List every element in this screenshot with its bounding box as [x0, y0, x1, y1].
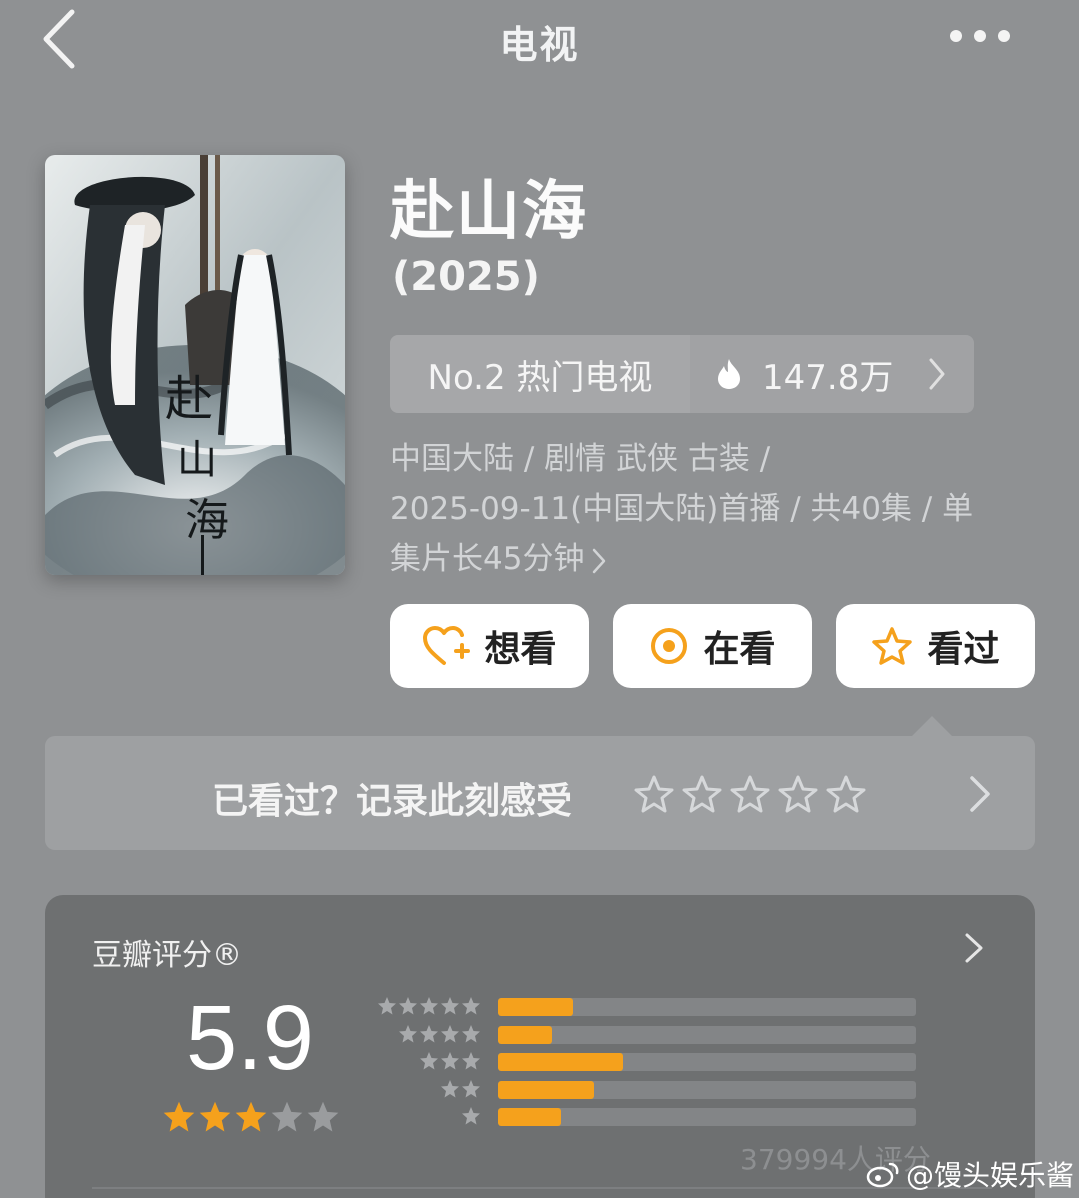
rating-score: 5.9 [186, 987, 314, 1089]
target-icon [651, 628, 688, 664]
svg-text:海: 海 [185, 495, 229, 546]
watched-button[interactable]: 看过 [836, 604, 1035, 688]
small-star-icon [420, 1024, 438, 1042]
star-filled-icon [235, 1101, 267, 1132]
chevron-right-icon [593, 548, 606, 573]
watching-label: 在看 [703, 629, 776, 670]
small-star-icon [441, 1052, 459, 1070]
svg-text:山: 山 [177, 437, 217, 483]
small-star-icon [441, 1079, 459, 1097]
distribution-track [498, 998, 916, 1016]
star-outline-icon[interactable] [682, 774, 722, 814]
rank-label: No.2 热门电视 [390, 335, 690, 413]
distribution-bar [498, 1053, 624, 1071]
small-star-icon [420, 1052, 438, 1070]
rating-stars [162, 1100, 340, 1134]
star-filled-icon [163, 1101, 195, 1132]
star-outline-icon[interactable] [778, 774, 818, 814]
watching-button[interactable]: 在看 [613, 604, 812, 688]
watched-label: 看过 [927, 629, 1000, 670]
more-options-icon[interactable] [950, 30, 1010, 42]
star-outline-icon[interactable] [634, 774, 674, 814]
small-star-icon [378, 997, 396, 1015]
rating-label: 豆瓣评分® [92, 938, 242, 973]
small-star-icon [399, 1024, 417, 1042]
distribution-track [498, 1025, 916, 1044]
small-star-icon [462, 1107, 480, 1125]
meta-line: 2025-09-11(中国大陆)首播 / 共40集 / 单 [390, 491, 974, 527]
small-star-icon [462, 997, 480, 1015]
distribution-bar [498, 1025, 553, 1044]
distribution-stars [461, 1106, 481, 1126]
star-outline-icon[interactable] [730, 774, 770, 814]
top-bar: 电视 [0, 0, 1079, 80]
svg-text:赴: 赴 [165, 371, 213, 427]
small-star-icon [399, 997, 417, 1015]
show-year: (2025) [392, 254, 540, 300]
chevron-right-icon[interactable] [968, 774, 992, 814]
chevron-right-icon[interactable] [964, 932, 984, 964]
small-star-icon [441, 1024, 459, 1042]
distribution-track [498, 1108, 916, 1126]
star-empty-icon [307, 1101, 339, 1132]
watermark: @馒头娱乐酱 [866, 1154, 1074, 1194]
distribution-bar [498, 1108, 561, 1126]
distribution-track [498, 1080, 916, 1099]
flame-icon [718, 359, 740, 389]
distribution-stars [398, 1024, 481, 1044]
small-star-icon [420, 997, 438, 1015]
small-star-icon [462, 1052, 480, 1070]
distribution-stars [419, 1051, 481, 1071]
meta-line: 中国大陆 / 剧情 武侠 古装 / [390, 441, 771, 477]
star-outline-icon [872, 627, 913, 665]
small-star-icon [462, 1079, 480, 1097]
distribution-row [378, 1106, 938, 1128]
want-to-watch-button[interactable]: 想看 [390, 604, 589, 688]
small-star-icon [462, 1024, 480, 1042]
distribution-stars [440, 1079, 481, 1099]
distribution-row [378, 1024, 938, 1046]
want-to-watch-label: 想看 [484, 629, 557, 670]
distribution-bar [498, 1080, 595, 1099]
small-star-icon [441, 997, 459, 1015]
show-meta[interactable]: 中国大陆 / 剧情 武侠 古装 / 2025-09-11(中国大陆)首播 / 共… [390, 434, 1040, 584]
chevron-right-icon [929, 358, 945, 390]
distribution-track [498, 1053, 916, 1071]
meta-line: 集片长45分钟 [390, 534, 1040, 584]
distribution-row [378, 1079, 938, 1101]
weibo-logo-icon [866, 1162, 899, 1188]
page-title: 电视 [499, 23, 580, 67]
star-outline-icon[interactable] [826, 774, 866, 814]
heart-plus-icon [423, 626, 471, 665]
distribution-bar [498, 998, 574, 1016]
rank-banner[interactable]: No.2 热门电视 147.8万 [390, 335, 974, 413]
watermark-text: @馒头娱乐酱 [906, 1159, 1075, 1192]
star-empty-icon [271, 1101, 303, 1132]
show-title: 赴山海 [390, 175, 588, 249]
poster-image[interactable]: 赴 山 海 [45, 155, 345, 575]
record-star-rating[interactable] [634, 774, 866, 814]
divider [92, 1187, 992, 1189]
heat-value: 147.8万 [762, 357, 894, 398]
pointer-triangle [912, 716, 952, 736]
distribution-stars [377, 996, 481, 1016]
distribution-row [378, 1051, 938, 1073]
star-filled-icon [199, 1101, 231, 1132]
record-prompt: 已看过？记录此刻感受 [212, 781, 573, 822]
distribution-row [378, 996, 938, 1018]
